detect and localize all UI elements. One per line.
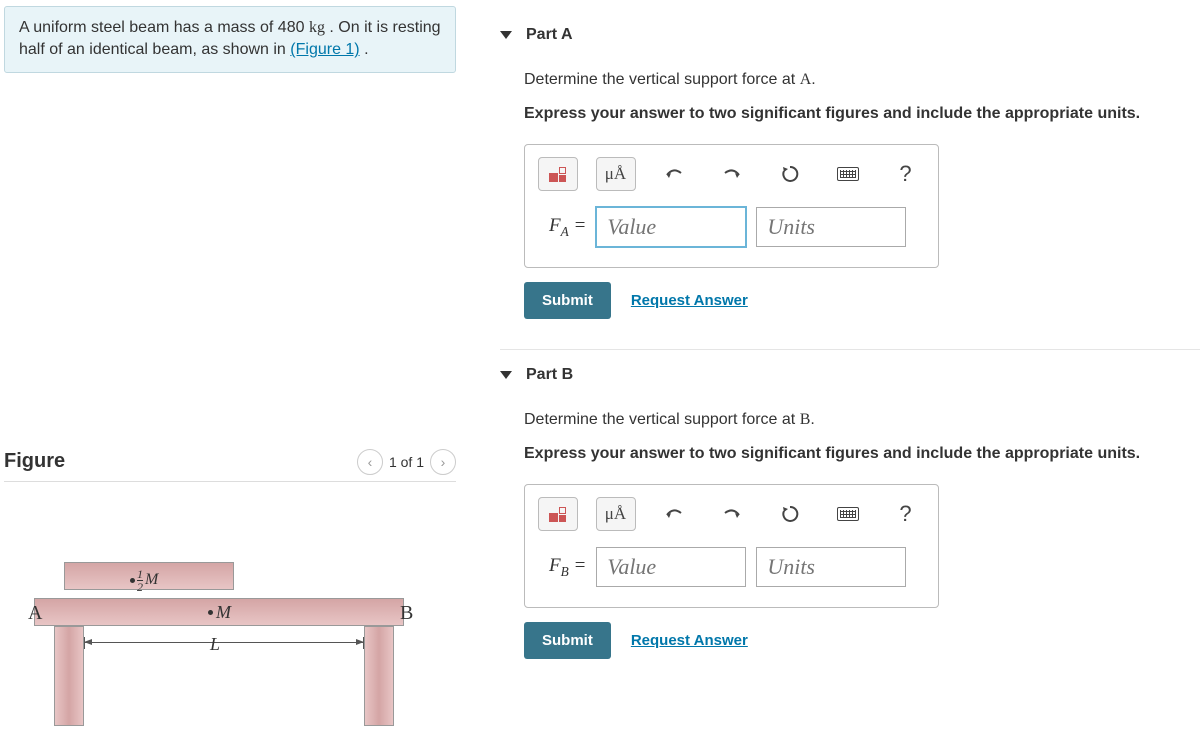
figure-title: Figure [4,450,65,473]
template-tool-button[interactable] [538,157,578,191]
part-b-value-input[interactable] [596,547,746,587]
part-a-instruction: Express your answer to two significant f… [524,102,1200,126]
label-m: M [208,602,231,623]
problem-text-post: . [364,41,368,58]
keyboard-button[interactable] [828,497,868,531]
label-a: A [28,602,42,625]
part-b-prompt: Determine the vertical support force at … [524,408,1200,432]
part-a-value-input[interactable] [596,207,746,247]
part-a-title: Part A [526,26,573,44]
label-l: L [210,634,220,655]
part-b-submit-button[interactable]: Submit [524,622,611,659]
problem-unit: kg [309,19,325,36]
redo-button[interactable] [712,157,752,191]
reset-button[interactable] [770,157,810,191]
figure-counter: 1 of 1 [389,454,424,470]
part-a-units-input[interactable] [756,207,906,247]
undo-button[interactable] [654,157,694,191]
template-tool-button[interactable] [538,497,578,531]
part-b-units-input[interactable] [756,547,906,587]
part-b-request-answer-link[interactable]: Request Answer [631,632,748,649]
part-b-title: Part B [526,366,573,384]
collapse-icon [500,31,512,39]
part-a-submit-button[interactable]: Submit [524,282,611,319]
reset-button[interactable] [770,497,810,531]
label-b: B [400,602,413,625]
part-a-answer-box: μÅ ? FA = [524,144,939,268]
help-button[interactable]: ? [886,497,926,531]
undo-button[interactable] [654,497,694,531]
part-b-instruction: Express your answer to two significant f… [524,442,1200,466]
help-button[interactable]: ? [886,157,926,191]
beam-diagram: A B 12 M M L [24,562,404,732]
figure-prev-button[interactable]: ‹ [357,449,383,475]
part-b-var-label: FB = [549,555,586,580]
figure-next-button[interactable]: › [430,449,456,475]
part-a-prompt: Determine the vertical support force at … [524,68,1200,92]
collapse-icon [500,371,512,379]
keyboard-button[interactable] [828,157,868,191]
part-a-header[interactable]: Part A [500,10,1200,58]
part-a-var-label: FA = [549,215,586,240]
problem-text: A uniform steel beam has a mass of 480 [19,19,309,36]
units-tool-button[interactable]: μÅ [596,497,636,531]
part-b-answer-box: μÅ ? FB = [524,484,939,608]
part-b-header[interactable]: Part B [500,349,1200,398]
figure-link[interactable]: (Figure 1) [290,41,359,58]
problem-statement: A uniform steel beam has a mass of 480 k… [4,6,456,73]
label-half-m: 12 M [130,568,158,593]
part-a-request-answer-link[interactable]: Request Answer [631,292,748,309]
units-tool-button[interactable]: μÅ [596,157,636,191]
redo-button[interactable] [712,497,752,531]
